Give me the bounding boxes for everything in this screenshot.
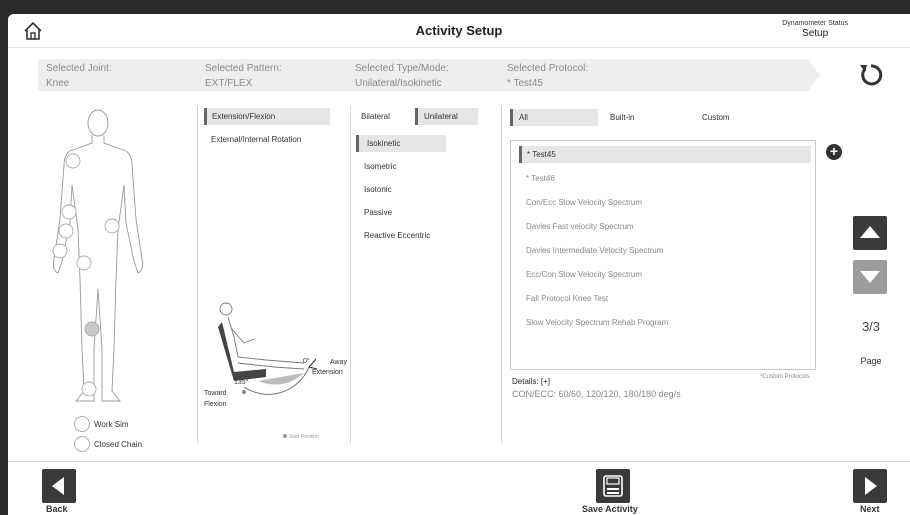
protocol-item[interactable]: Davies Intermediate Velocity Spectrum: [519, 242, 811, 259]
tab-bilateral[interactable]: Bilateral: [361, 108, 390, 125]
mode-item-reactive-eccentric[interactable]: Reactive Eccentric: [356, 227, 446, 244]
joint-wrist[interactable]: [52, 243, 68, 259]
arrow-up-icon: [860, 226, 880, 238]
summary-mode-label: Selected Type/Mode:: [355, 63, 449, 74]
protocol-item[interactable]: Davies Fast velocity Spectrum: [519, 218, 811, 235]
closed-chain-label: Closed Chain: [94, 439, 143, 449]
dynamometer-status-value: Setup: [802, 28, 829, 39]
summary-protocol-value: * Test45: [507, 78, 543, 89]
closed-chain-option[interactable]: Closed Chain: [74, 436, 142, 452]
next-button[interactable]: [853, 469, 887, 503]
summary-mode: Selected Type/Mode: Unilateral/Isokineti…: [355, 61, 449, 91]
joint-elbow[interactable]: [61, 204, 77, 220]
selection-summary: Selected Joint: Knee Selected Pattern: E…: [38, 59, 808, 91]
closed-chain-radio[interactable]: [74, 436, 90, 452]
summary-pattern-label: Selected Pattern:: [205, 63, 282, 74]
mode-item-isometric[interactable]: Isometric: [356, 158, 446, 175]
filter-all[interactable]: All: [510, 109, 598, 126]
page-number: 3/3: [861, 319, 881, 334]
joint-markers: [52, 153, 120, 397]
toward-label: Toward: [204, 390, 227, 397]
protocol-list: * Test45 * Test46 Con/Ecc Slow Velocity …: [510, 140, 816, 370]
tab-unilateral[interactable]: Unilateral: [415, 108, 478, 125]
arrow-down-icon: [860, 271, 880, 283]
page-up-button[interactable]: [853, 216, 887, 250]
joint-knee-selected[interactable]: [84, 321, 100, 337]
summary-joint-value: Knee: [46, 78, 70, 89]
away-label: Away: [330, 359, 347, 366]
work-sim-radio[interactable]: [74, 416, 90, 432]
dynamometer-status-label: Dynamometer Status: [782, 20, 848, 27]
details-value: CON/ECC: 60/60, 120/120, 180/180 deg/s: [512, 389, 681, 399]
save-activity-button[interactable]: [596, 469, 630, 503]
extension-label: Extension: [312, 369, 343, 376]
start-position-dot: [283, 434, 287, 438]
app-window: Activity Setup Dynamometer Status Setup …: [8, 14, 910, 515]
summary-joint: Selected Joint: Knee: [46, 61, 112, 91]
summary-protocol-label: Selected Protocol:: [507, 63, 589, 74]
filter-built-in[interactable]: Built-in: [610, 109, 634, 126]
flexion-label: Flexion: [204, 401, 227, 408]
protocol-item[interactable]: * Test46: [519, 170, 811, 187]
back-button[interactable]: [42, 469, 76, 503]
protocol-item[interactable]: Fall Protocol Knee Test: [519, 290, 811, 307]
joint-shoulder[interactable]: [65, 153, 81, 169]
joint-hand[interactable]: [76, 255, 92, 271]
pattern-item-external-internal-rotation[interactable]: External/Internal Rotation: [204, 131, 330, 148]
divider: [197, 106, 198, 443]
summary-mode-value: Unilateral/Isokinetic: [355, 78, 442, 89]
body-joint-selector: [36, 99, 176, 409]
mode-item-isokinetic[interactable]: Isokinetic: [356, 135, 446, 152]
joint-hip[interactable]: [104, 218, 120, 234]
protocol-item[interactable]: Ecc/Con Slow Velocity Spectrum: [519, 266, 811, 283]
arrow-right-icon: [865, 477, 877, 495]
angle-zero-label: 0°: [303, 358, 310, 365]
mode-item-isotonic[interactable]: Isotonic: [356, 181, 446, 198]
joint-forearm[interactable]: [58, 223, 74, 239]
pattern-item-extension-flexion[interactable]: Extension/Flexion: [204, 108, 330, 125]
page-title: Activity Setup: [415, 23, 503, 38]
header: Activity Setup Dynamometer Status Setup: [8, 14, 910, 48]
filter-custom[interactable]: Custom: [702, 109, 730, 126]
angle-max-label: 135°: [234, 379, 249, 386]
footer-divider: [8, 461, 910, 462]
mode-item-passive[interactable]: Passive: [356, 204, 446, 221]
work-sim-label: Work Sim: [94, 419, 129, 429]
reset-icon[interactable]: [856, 60, 886, 90]
save-icon: [603, 475, 623, 497]
add-protocol-icon[interactable]: +: [826, 144, 842, 160]
protocol-item[interactable]: Slow Velocity Spectrum Rehab Program: [519, 314, 811, 331]
joint-ankle[interactable]: [81, 381, 97, 397]
protocol-item[interactable]: * Test45: [519, 146, 811, 163]
summary-pattern: Selected Pattern: EXT/FLEX: [205, 61, 282, 91]
start-position-legend: Start Position: [283, 434, 319, 440]
divider: [501, 106, 502, 443]
work-sim-option[interactable]: Work Sim: [74, 416, 129, 432]
save-activity-label: Save Activity: [582, 504, 638, 514]
back-label: Back: [46, 504, 68, 514]
arrow-left-icon: [52, 477, 64, 495]
details-toggle[interactable]: Details: [+]: [512, 377, 550, 386]
custom-protocols-note: *Custom Protocols: [760, 374, 810, 380]
next-label: Next: [860, 504, 880, 514]
page-down-button[interactable]: [853, 260, 887, 294]
page-label: Page: [860, 356, 882, 366]
protocol-item[interactable]: Con/Ecc Slow Velocity Spectrum: [519, 194, 811, 211]
summary-protocol: Selected Protocol: * Test45: [507, 61, 588, 91]
summary-joint-label: Selected Joint:: [46, 63, 112, 74]
dynamometer-status: Dynamometer Status Setup: [782, 20, 848, 39]
summary-arrow: [808, 59, 820, 91]
start-position-label: Start Position: [289, 434, 319, 440]
summary-pattern-value: EXT/FLEX: [205, 78, 253, 89]
